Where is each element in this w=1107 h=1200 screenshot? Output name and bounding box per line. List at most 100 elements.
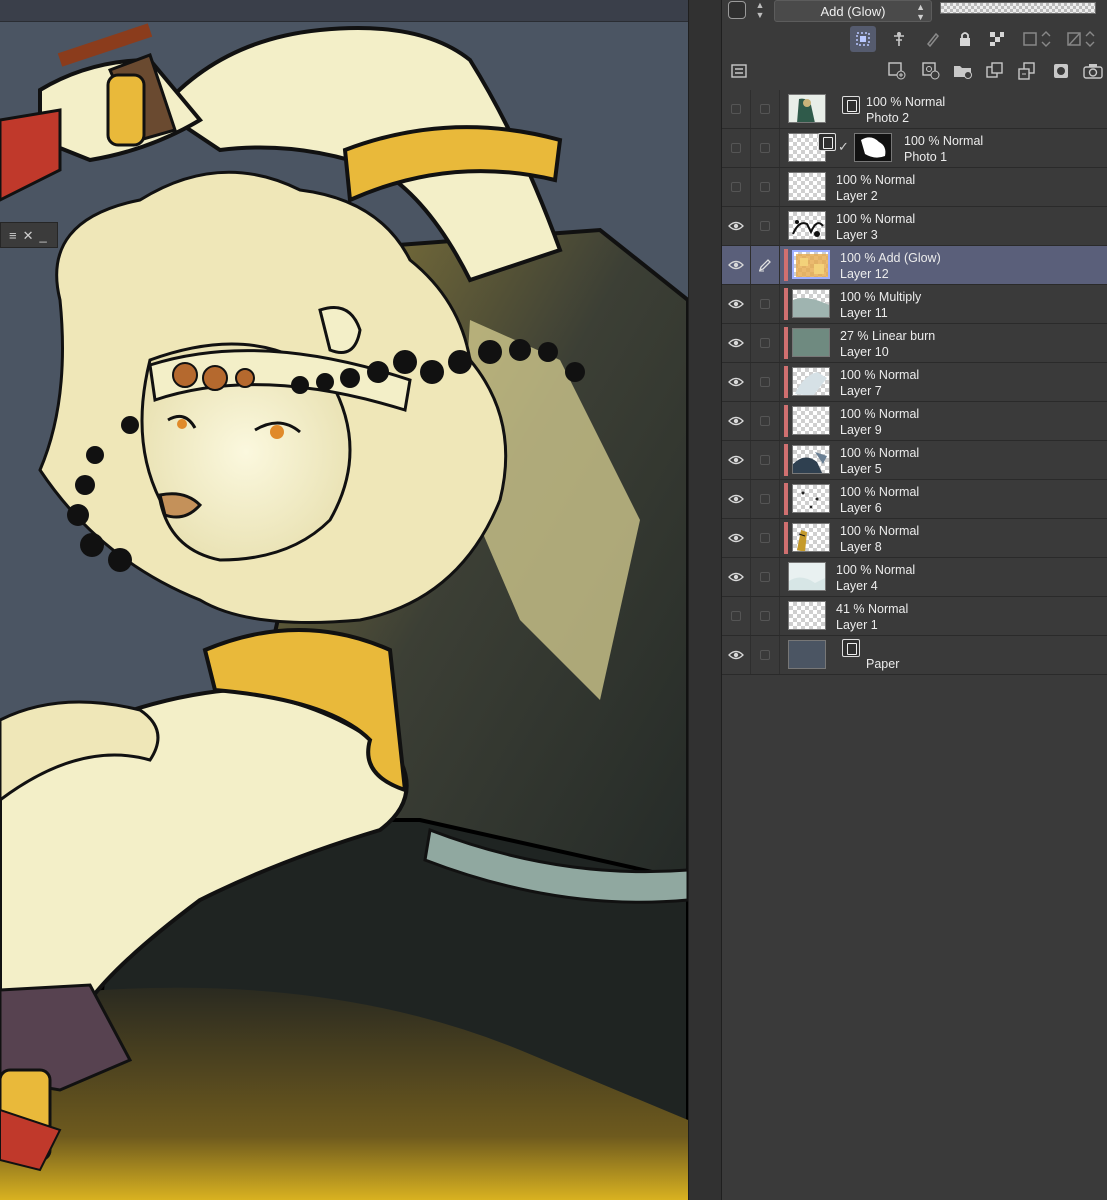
blend-checkbox[interactable] — [728, 1, 746, 19]
layer-edit-target-toggle[interactable] — [751, 168, 780, 206]
layer-row[interactable]: 100 % Normal Layer 3 — [722, 207, 1107, 246]
layer-edit-target-toggle[interactable] — [751, 480, 780, 518]
layer-edit-target-toggle[interactable] — [751, 324, 780, 362]
layer-row[interactable]: 100 % Normal Layer 4 — [722, 558, 1107, 597]
layer-thumbnail[interactable] — [788, 640, 826, 669]
pencil-icon — [758, 259, 771, 272]
eye-icon — [728, 221, 744, 231]
layer-panel-menu-icon[interactable] — [726, 58, 752, 84]
layer-thumbnail[interactable] — [788, 172, 826, 201]
layer-row[interactable]: 41 % Normal Layer 1 — [722, 597, 1107, 636]
layer-visibility-toggle[interactable] — [722, 207, 751, 245]
chevron-updown-icon: ▲ ▼ — [916, 2, 925, 22]
clipping-indicator — [784, 249, 788, 281]
opacity-slider[interactable] — [940, 2, 1096, 14]
clip-studio-window: ≡ ✕ _ ▲ ▼ Add (Glow) ▲ ▼ 100 % Normal Ph… — [0, 0, 1107, 1200]
layer-edit-target-toggle[interactable] — [751, 90, 780, 128]
layer-visibility-toggle[interactable] — [722, 168, 751, 206]
layer-thumbnail[interactable] — [792, 406, 830, 435]
layer-thumbnail[interactable] — [792, 523, 830, 552]
new-raster-layer-icon[interactable] — [884, 58, 910, 84]
edit-box-icon — [760, 299, 770, 309]
layer-visibility-toggle[interactable] — [722, 402, 751, 440]
layer-name: Layer 12 — [840, 267, 889, 281]
mask-enable-icon[interactable] — [1018, 26, 1056, 52]
layer-visibility-toggle[interactable] — [722, 597, 751, 635]
layer-row[interactable]: ✓ 100 % Normal Photo 1 — [722, 129, 1107, 168]
layer-visibility-toggle[interactable] — [722, 246, 751, 284]
layer-visibility-toggle[interactable] — [722, 441, 751, 479]
layer-name: Layer 9 — [840, 423, 882, 437]
lock-icon[interactable] — [952, 26, 978, 52]
palette-close-icon[interactable]: ✕ — [23, 229, 34, 242]
hidden-box-icon — [731, 182, 741, 192]
layer-thumbnail[interactable] — [788, 211, 826, 240]
layer-visibility-toggle[interactable] — [722, 363, 751, 401]
copy-layer-icon[interactable] — [982, 58, 1008, 84]
canvas[interactable]: ≡ ✕ _ — [0, 0, 688, 1200]
edit-box-icon — [760, 611, 770, 621]
layer-row[interactable]: 100 % Normal Layer 2 — [722, 168, 1107, 207]
layer-thumbnail[interactable] — [788, 601, 826, 630]
layer-opacity-blend: 100 % Normal — [866, 95, 946, 109]
layer-edit-target-toggle[interactable] — [751, 285, 780, 323]
clip-to-layer-below-icon[interactable] — [850, 26, 876, 52]
layer-thumbnail[interactable] — [792, 250, 830, 279]
layer-visibility-toggle[interactable] — [722, 90, 751, 128]
layer-edit-target-toggle[interactable] — [751, 558, 780, 596]
layer-thumbnail[interactable] — [792, 445, 830, 474]
layer-thumbnail[interactable] — [792, 328, 830, 357]
layer-row[interactable]: 100 % Normal Photo 2 — [722, 90, 1107, 129]
layer-edit-target-toggle[interactable] — [751, 246, 780, 284]
draft-layer-icon[interactable] — [920, 26, 946, 52]
layer-visibility-toggle[interactable] — [722, 558, 751, 596]
layer-edit-target-toggle[interactable] — [751, 597, 780, 635]
layer-name: Layer 1 — [836, 618, 878, 632]
layer-edit-target-toggle[interactable] — [751, 402, 780, 440]
layer-visibility-toggle[interactable] — [722, 519, 751, 557]
merge-layer-icon[interactable] — [1014, 58, 1040, 84]
layer-mask-thumbnail[interactable] — [854, 133, 892, 162]
layer-thumbnail[interactable] — [788, 562, 826, 591]
layer-edit-target-toggle[interactable] — [751, 441, 780, 479]
panel-divider[interactable] — [688, 0, 722, 1200]
layer-edit-target-toggle[interactable] — [751, 363, 780, 401]
layer-row[interactable]: 100 % Add (Glow) Layer 12 — [722, 246, 1107, 285]
layer-edit-target-toggle[interactable] — [751, 636, 780, 674]
mask-disable-icon[interactable] — [1062, 26, 1100, 52]
layer-visibility-toggle[interactable] — [722, 129, 751, 167]
layer-row[interactable]: 100 % Normal Layer 6 — [722, 480, 1107, 519]
layer-visibility-toggle[interactable] — [722, 324, 751, 362]
checkbox-stepper-icon[interactable]: ▲ ▼ — [752, 0, 768, 22]
layer-visibility-toggle[interactable] — [722, 285, 751, 323]
layer-visibility-toggle[interactable] — [722, 480, 751, 518]
lock-transparency-icon[interactable] — [984, 26, 1010, 52]
layer-name: Layer 5 — [840, 462, 882, 476]
layer-row[interactable]: 100 % Normal Layer 5 — [722, 441, 1107, 480]
blend-mode-select[interactable]: Add (Glow) ▲ ▼ — [774, 0, 932, 22]
new-vector-layer-icon[interactable] — [918, 58, 944, 84]
layer-edit-target-toggle[interactable] — [751, 519, 780, 557]
layer-visibility-toggle[interactable] — [722, 636, 751, 674]
floating-palette-titlebar[interactable]: ≡ ✕ _ — [0, 222, 58, 248]
reference-layer-icon[interactable] — [886, 26, 912, 52]
layer-row[interactable]: Paper — [722, 636, 1107, 675]
new-folder-icon[interactable] — [950, 58, 976, 84]
palette-menu-icon[interactable]: ≡ — [9, 229, 17, 242]
hidden-box-icon — [731, 611, 741, 621]
layer-row[interactable]: 100 % Multiply Layer 11 — [722, 285, 1107, 324]
layer-mask-icon[interactable] — [1048, 58, 1074, 84]
layer-thumbnail[interactable] — [792, 367, 830, 396]
layer-row[interactable]: 100 % Normal Layer 7 — [722, 363, 1107, 402]
layer-thumbnail[interactable] — [788, 94, 826, 123]
layer-row[interactable]: 100 % Normal Layer 8 — [722, 519, 1107, 558]
layer-edit-target-toggle[interactable] — [751, 129, 780, 167]
layer-row[interactable]: 100 % Normal Layer 9 — [722, 402, 1107, 441]
layer-row[interactable]: 27 % Linear burn Layer 10 — [722, 324, 1107, 363]
layer-name: Layer 10 — [840, 345, 889, 359]
layer-thumbnail[interactable] — [792, 484, 830, 513]
palette-minimize-icon[interactable]: _ — [40, 229, 47, 242]
layer-thumbnail[interactable] — [792, 289, 830, 318]
camera-icon[interactable] — [1080, 58, 1106, 84]
layer-edit-target-toggle[interactable] — [751, 207, 780, 245]
